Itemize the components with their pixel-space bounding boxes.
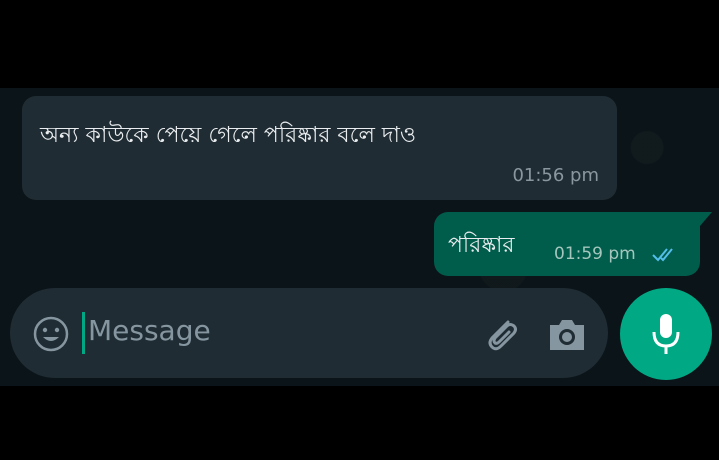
outgoing-message[interactable]: পরিষ্কার 01:59 pm (434, 212, 712, 276)
chat-area: অন্য কাউকে পেয়ে গেলে পরিষ্কার বলে দাও 0… (0, 88, 719, 386)
camera-icon[interactable] (546, 316, 588, 354)
emoji-icon[interactable] (32, 315, 70, 353)
message-input[interactable]: Message (88, 314, 211, 347)
text-cursor (82, 312, 85, 354)
voice-message-button[interactable] (620, 288, 712, 380)
message-composer[interactable]: Message (10, 288, 608, 378)
message-time: 01:56 pm (512, 165, 599, 186)
paperclip-icon[interactable] (478, 312, 522, 356)
incoming-message[interactable]: অন্য কাউকে পেয়ে গেলে পরিষ্কার বলে দাও 0… (22, 96, 617, 200)
microphone-icon (652, 314, 680, 354)
message-text: পরিষ্কার (448, 233, 515, 258)
double-check-icon (652, 248, 673, 262)
message-text: অন্য কাউকে পেয়ে গেলে পরিষ্কার বলে দাও (40, 123, 417, 148)
message-time: 01:59 pm (554, 244, 636, 264)
